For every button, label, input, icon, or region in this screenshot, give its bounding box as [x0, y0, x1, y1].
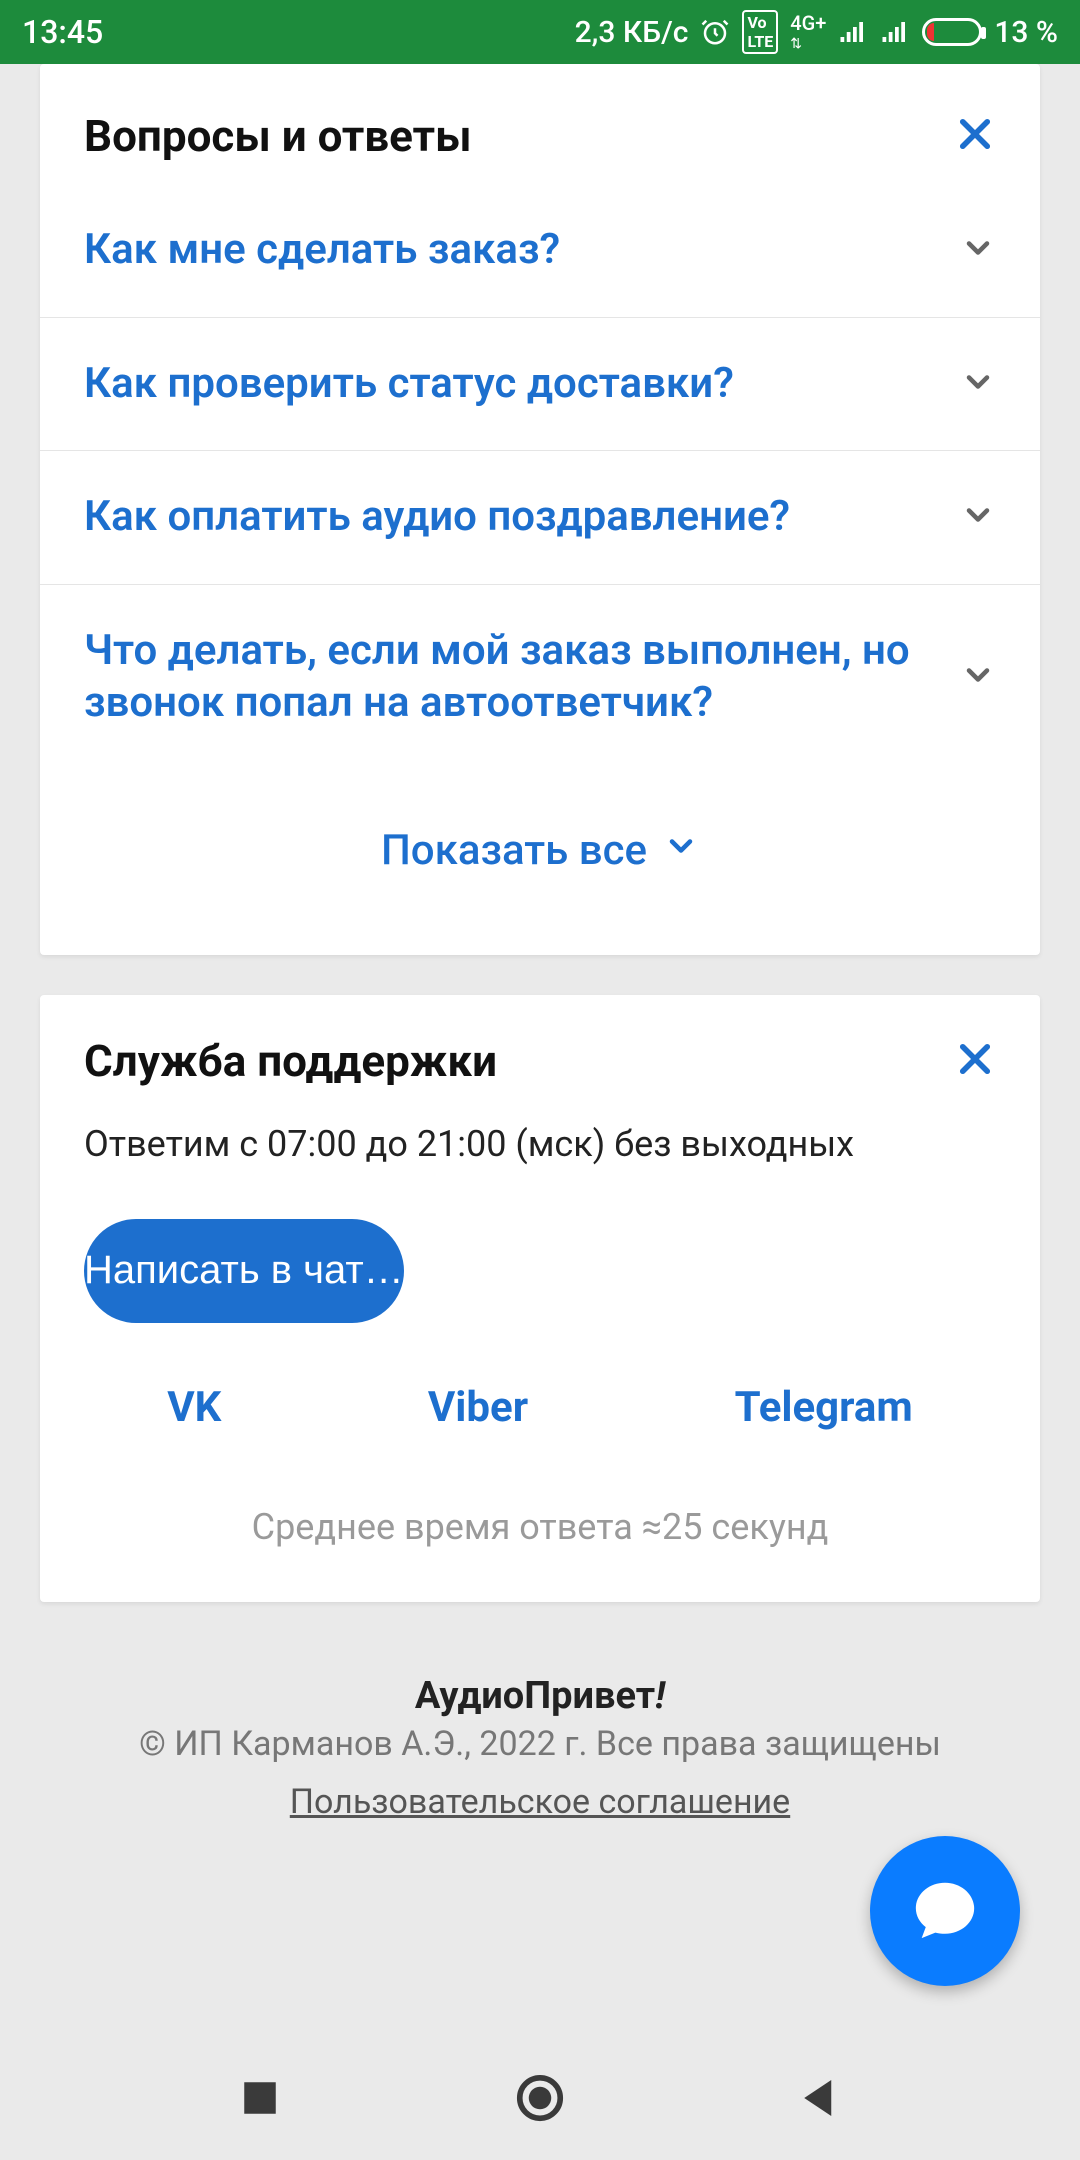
nav-back-button[interactable]: [793, 2071, 847, 2129]
footer-brand-a: АудиоПривет: [415, 1674, 655, 1718]
page-footer: АудиоПривет! © ИП Карманов А.Э., 2022 г.…: [40, 1642, 1040, 1842]
page-content: Вопросы и ответы Как мне сделать заказ? …: [0, 64, 1080, 2040]
status-time: 13:45: [22, 13, 103, 51]
status-battery-text: 13 %: [994, 15, 1058, 50]
support-link-vk[interactable]: VK: [167, 1383, 221, 1432]
show-all-button[interactable]: Показать все: [40, 770, 1040, 955]
footer-brand: АудиоПривет!: [60, 1674, 1020, 1718]
close-icon[interactable]: [954, 113, 996, 159]
write-chat-button[interactable]: Написать в чат…: [84, 1219, 404, 1323]
volte-icon: VoLTE: [742, 10, 778, 54]
faq-question: Как проверить статус доставки?: [84, 358, 734, 411]
footer-copyright: © ИП Карманов А.Э., 2022 г. Все права за…: [60, 1724, 1020, 1764]
chevron-down-icon: [663, 826, 699, 875]
support-header: Служба поддержки: [40, 995, 1040, 1111]
chevron-down-icon: [960, 657, 996, 697]
close-icon[interactable]: [954, 1038, 996, 1084]
signal-icon-2: [880, 17, 910, 47]
support-link-viber[interactable]: Viber: [428, 1383, 528, 1432]
status-net-speed: 2,3 КБ/с: [575, 15, 689, 50]
support-avg-time: Среднее время ответа ≈25 секунд: [40, 1480, 1040, 1602]
support-links: VK Viber Telegram: [40, 1363, 1040, 1480]
faq-question: Как оплатить аудио поздравление?: [84, 491, 790, 544]
nav-recent-button[interactable]: [233, 2071, 287, 2129]
support-title: Служба поддержки: [84, 1035, 497, 1087]
nav-home-button[interactable]: [513, 2071, 567, 2129]
show-all-label: Показать все: [381, 826, 647, 875]
support-link-telegram[interactable]: Telegram: [735, 1383, 913, 1432]
status-right: 2,3 КБ/с VoLTE 4G+⇅ 13 %: [575, 10, 1058, 54]
faq-question: Как мне сделать заказ?: [84, 224, 560, 277]
chevron-down-icon: [960, 364, 996, 404]
footer-terms-link[interactable]: Пользовательское соглашение: [290, 1782, 790, 1822]
footer-brand-b: !: [655, 1674, 665, 1718]
faq-title: Вопросы и ответы: [84, 110, 472, 162]
write-chat-label: Написать в чат…: [84, 1248, 404, 1293]
status-bar: 13:45 2,3 КБ/с VoLTE 4G+⇅ 13 %: [0, 0, 1080, 64]
faq-item[interactable]: Как мне сделать заказ?: [40, 186, 1040, 318]
chat-bubble-icon: [910, 1874, 980, 1948]
status-net-type: 4G+⇅: [790, 14, 826, 51]
chevron-down-icon: [960, 497, 996, 537]
faq-item[interactable]: Как проверить статус доставки?: [40, 318, 1040, 452]
battery-icon: [922, 18, 982, 46]
faq-question: Что делать, если мой заказ выполнен, но …: [84, 625, 930, 730]
faq-item[interactable]: Как оплатить аудио поздравление?: [40, 451, 1040, 585]
chat-fab[interactable]: [870, 1836, 1020, 1986]
signal-icon-1: [838, 17, 868, 47]
alarm-icon: [700, 17, 730, 47]
android-nav-bar: [0, 2040, 1080, 2160]
support-card: Служба поддержки Ответим с 07:00 до 21:0…: [40, 995, 1040, 1602]
faq-item[interactable]: Что делать, если мой заказ выполнен, но …: [40, 585, 1040, 770]
support-subtitle: Ответим с 07:00 до 21:00 (мск) без выход…: [40, 1111, 1040, 1201]
chevron-down-icon: [960, 230, 996, 270]
faq-header: Вопросы и ответы: [40, 70, 1040, 186]
faq-card: Вопросы и ответы Как мне сделать заказ? …: [40, 64, 1040, 955]
